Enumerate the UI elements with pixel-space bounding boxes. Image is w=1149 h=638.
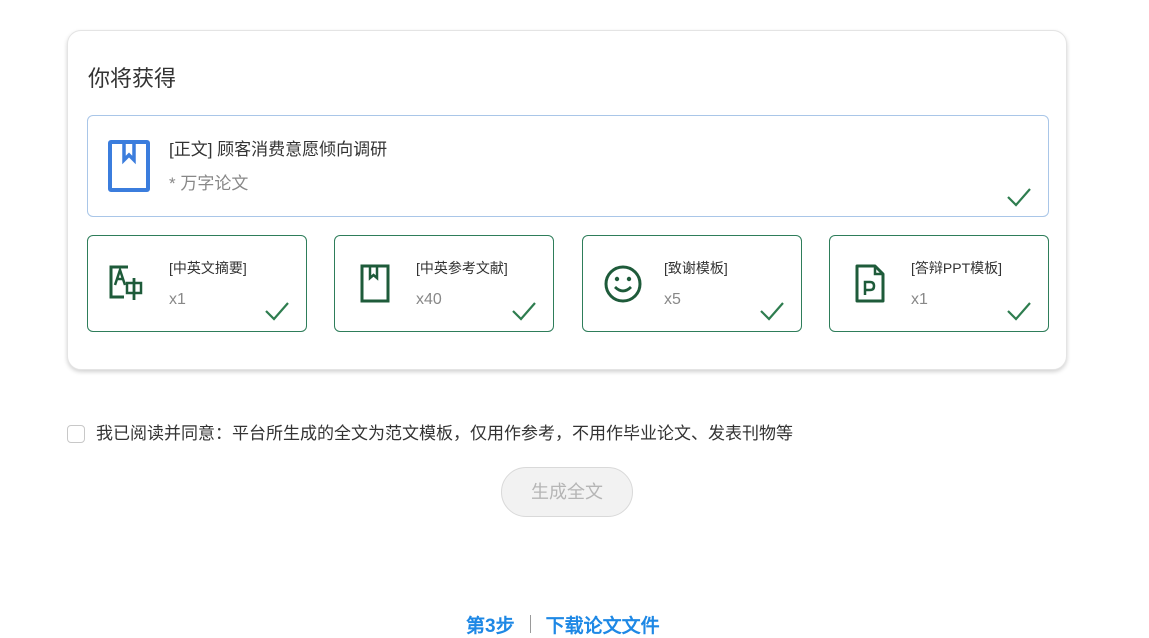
check-icon bbox=[265, 302, 289, 321]
step-action-label: 下载论文文件 bbox=[545, 615, 660, 637]
smiley-icon bbox=[604, 265, 642, 303]
agreement-text: 我已阅读并同意：平台所生成的全文为范文模板，仅用作参考，不用作毕业论文、发表刊物… bbox=[96, 424, 793, 443]
next-step-header: 第3步 下载论文文件 bbox=[466, 612, 660, 637]
main-item-subtitle: * 万字论文 bbox=[169, 174, 249, 193]
main-item-name: [正文] 顾客消费意愿倾向调研 bbox=[169, 140, 388, 159]
item-count: x40 bbox=[416, 291, 442, 308]
check-icon bbox=[1007, 188, 1031, 207]
check-icon bbox=[760, 302, 784, 321]
main-deliverable-item: [正文] 顾客消费意愿倾向调研 * 万字论文 bbox=[87, 115, 1049, 217]
card-title: 你将获得 bbox=[88, 66, 177, 91]
step-label: 第3步 bbox=[466, 615, 515, 637]
item-name: [中英参考文献] bbox=[416, 260, 508, 276]
item-count: x1 bbox=[169, 291, 186, 308]
deliverable-item-acknowledgement: [致谢模板] x5 bbox=[582, 235, 802, 332]
book-icon bbox=[360, 264, 390, 303]
step-divider bbox=[529, 615, 531, 633]
bookmark-book-icon bbox=[108, 140, 150, 192]
ppt-file-icon bbox=[855, 264, 885, 303]
translate-icon bbox=[109, 265, 143, 300]
deliverable-item-abstract: [中英文摘要] x1 bbox=[87, 235, 307, 332]
item-count: x1 bbox=[911, 291, 928, 308]
generate-fulltext-button[interactable]: 生成全文 bbox=[501, 467, 633, 517]
check-icon bbox=[512, 302, 536, 321]
item-name: [答辩PPT模板] bbox=[911, 260, 1003, 276]
check-icon bbox=[1007, 302, 1031, 321]
deliverable-item-ppt: [答辩PPT模板] x1 bbox=[829, 235, 1049, 332]
item-name: [中英文摘要] bbox=[169, 260, 247, 276]
item-name: [致谢模板] bbox=[664, 260, 728, 276]
agreement-row: 我已阅读并同意：平台所生成的全文为范文模板，仅用作参考，不用作毕业论文、发表刊物… bbox=[67, 422, 793, 446]
deliverables-card: 你将获得 [正文] 顾客消费意愿倾向调研 * 万字论文 [中英文摘要] x1 [… bbox=[67, 30, 1067, 370]
item-count: x5 bbox=[664, 291, 681, 308]
deliverable-item-references: [中英参考文献] x40 bbox=[334, 235, 554, 332]
agreement-checkbox[interactable] bbox=[67, 425, 85, 443]
